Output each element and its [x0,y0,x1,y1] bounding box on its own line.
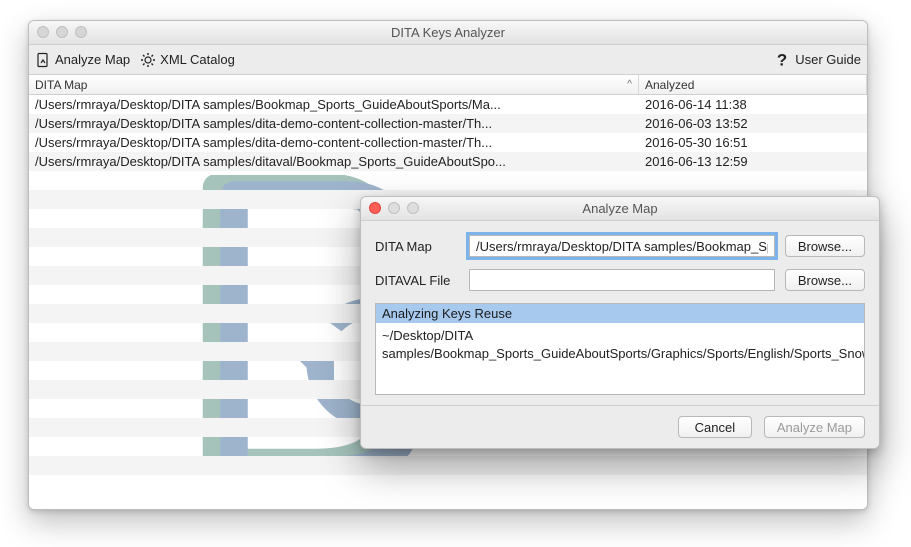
ditaval-label: DITAVAL File [375,273,459,288]
dialog-title: Analyze Map [361,201,879,216]
window-controls[interactable] [37,26,87,38]
user-guide-label: User Guide [795,52,861,67]
empty-row [29,456,867,475]
ditaval-field-row: DITAVAL File Browse... [375,269,865,291]
dialog-window-controls[interactable] [369,202,419,214]
table-header: DITA Map ^ Analyzed [29,75,867,95]
xml-catalog-button[interactable]: XML Catalog [140,52,235,68]
close-icon[interactable] [37,26,49,38]
cell-analyzed: 2016-06-14 11:38 [639,97,867,112]
minimize-icon[interactable] [56,26,68,38]
main-titlebar[interactable]: DITA Keys Analyzer [29,21,867,45]
table-row[interactable]: /Users/rmraya/Desktop/DITA samples/ditav… [29,152,867,171]
status-body: ~/Desktop/DITA samples/Bookmap_Sports_Gu… [376,323,864,366]
column-dita-map-label: DITA Map [35,78,87,92]
window-title: DITA Keys Analyzer [29,25,867,40]
help-icon: ? [773,51,791,69]
empty-row [29,171,867,190]
table-row[interactable]: /Users/rmraya/Desktop/DITA samples/dita-… [29,114,867,133]
cell-dita-map: /Users/rmraya/Desktop/DITA samples/dita-… [29,135,639,150]
status-panel: Analyzing Keys Reuse ~/Desktop/DITA samp… [375,303,865,395]
dita-map-label: DITA Map [375,239,459,254]
cell-analyzed: 2016-06-13 12:59 [639,154,867,169]
dialog-body: DITA Map Browse... DITAVAL File Browse..… [361,221,879,405]
dita-map-input[interactable] [469,235,775,257]
user-guide-button[interactable]: ? User Guide [773,51,861,69]
main-toolbar: Analyze Map XML Catalog ? User Guide [29,45,867,75]
cancel-button[interactable]: Cancel [678,416,752,438]
sort-ascending-icon: ^ [627,79,632,90]
cell-analyzed: 2016-06-03 13:52 [639,116,867,131]
empty-row [29,475,867,494]
analyze-map-label: Analyze Map [55,52,130,67]
column-analyzed-label: Analyzed [645,78,694,92]
browse-dita-map-button[interactable]: Browse... [785,235,865,257]
cell-dita-map: /Users/rmraya/Desktop/DITA samples/Bookm… [29,97,639,112]
table-row[interactable]: /Users/rmraya/Desktop/DITA samples/dita-… [29,133,867,152]
dialog-titlebar[interactable]: Analyze Map [361,197,879,221]
status-header: Analyzing Keys Reuse [376,304,864,323]
browse-ditaval-button[interactable]: Browse... [785,269,865,291]
zoom-icon [407,202,419,214]
svg-text:?: ? [777,51,787,69]
zoom-icon[interactable] [75,26,87,38]
dialog-footer: Cancel Analyze Map [361,405,879,448]
column-analyzed[interactable]: Analyzed [639,75,867,94]
cell-dita-map: /Users/rmraya/Desktop/DITA samples/ditav… [29,154,639,169]
minimize-icon [388,202,400,214]
column-dita-map[interactable]: DITA Map ^ [29,75,639,94]
document-arrow-icon [35,52,51,68]
close-icon[interactable] [369,202,381,214]
cell-analyzed: 2016-05-30 16:51 [639,135,867,150]
analyze-map-button[interactable]: Analyze Map [35,52,130,68]
cell-dita-map: /Users/rmraya/Desktop/DITA samples/dita-… [29,116,639,131]
xml-catalog-label: XML Catalog [160,52,235,67]
analyze-map-dialog: Analyze Map DITA Map Browse... DITAVAL F… [360,196,880,449]
table-row[interactable]: /Users/rmraya/Desktop/DITA samples/Bookm… [29,95,867,114]
ditaval-input[interactable] [469,269,775,291]
dita-map-field-row: DITA Map Browse... [375,235,865,257]
analyze-map-submit-button[interactable]: Analyze Map [764,416,865,438]
gear-icon [140,52,156,68]
